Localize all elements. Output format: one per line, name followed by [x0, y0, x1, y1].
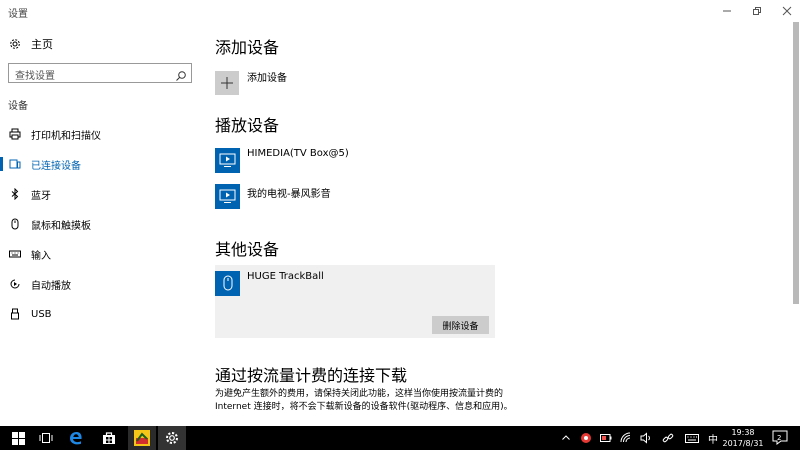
- sidebar-item-label: 自动播放: [31, 280, 71, 292]
- taskbar-clock[interactable]: 19:38 2017/8/31: [719, 427, 767, 449]
- keyboard-icon[interactable]: [684, 432, 700, 444]
- gear-icon: [166, 432, 178, 444]
- display-icon: [215, 148, 240, 173]
- title-bar: 设置: [0, 0, 800, 22]
- sidebar-item-label: USB: [31, 308, 52, 320]
- close-icon: [782, 6, 792, 16]
- sidebar-home-label: 主页: [31, 38, 53, 51]
- add-device-label[interactable]: 添加设备: [247, 69, 287, 84]
- metered-download-heading: 通过按流量计费的连接下载: [215, 366, 408, 385]
- sidebar-item-usb[interactable]: USB: [0, 299, 200, 329]
- add-device-button[interactable]: [215, 71, 239, 95]
- usb-icon: [8, 308, 22, 320]
- bluetooth-icon: [8, 188, 22, 200]
- store-icon: [103, 432, 115, 444]
- taskbar-store[interactable]: [95, 426, 123, 450]
- action-center-button[interactable]: 2: [772, 430, 788, 449]
- mouse-icon: [8, 218, 22, 230]
- connected-devices-icon: [8, 158, 22, 170]
- remove-device-button[interactable]: 删除设备: [432, 316, 489, 334]
- notification-count: 2: [777, 434, 782, 442]
- sidebar: 主页 设备 打印机和扫描仪 已连接设备 蓝牙: [0, 22, 200, 426]
- sidebar-item-printers[interactable]: 打印机和扫描仪: [0, 119, 200, 149]
- restore-icon: [753, 7, 761, 15]
- taskbar-edge[interactable]: [62, 426, 90, 450]
- main-content: 添加设备 添加设备 播放设备 HIMEDIA(TV Box@5) 我的电视-暴风…: [215, 22, 785, 426]
- clock-date: 2017/8/31: [722, 439, 764, 448]
- search-box[interactable]: [8, 63, 192, 86]
- minimize-button[interactable]: [712, 0, 742, 22]
- task-view-button[interactable]: [32, 426, 60, 450]
- close-button[interactable]: [772, 0, 800, 22]
- other-device-name: HUGE TrackBall: [247, 271, 324, 282]
- sidebar-section-heading: 设备: [8, 101, 28, 112]
- edge-browser-icon: [70, 431, 82, 445]
- network-link-icon[interactable]: [662, 432, 674, 444]
- playback-device-name[interactable]: HIMEDIA(TV Box@5): [247, 148, 349, 159]
- sidebar-item-autoplay[interactable]: 自动播放: [0, 269, 200, 299]
- sidebar-item-label: 输入: [31, 250, 51, 262]
- sidebar-item-typing[interactable]: 输入: [0, 239, 200, 269]
- task-view-icon: [39, 433, 53, 443]
- sidebar-item-connected-devices[interactable]: 已连接设备: [0, 149, 200, 179]
- metered-download-description: 为避免产生额外的费用，请保持关闭此功能，这样当你使用按流量计费的 Interne…: [215, 389, 513, 412]
- window-title: 设置: [8, 9, 28, 20]
- gear-icon: [8, 38, 22, 50]
- sidebar-item-mouse[interactable]: 鼠标和触摸板: [0, 209, 200, 239]
- minimize-icon: [723, 10, 731, 12]
- start-button[interactable]: [4, 426, 32, 450]
- sidebar-item-label: 打印机和扫描仪: [31, 130, 101, 142]
- tray-app-icon[interactable]: [580, 432, 592, 444]
- add-device-heading: 添加设备: [215, 38, 280, 57]
- sidebar-item-bluetooth[interactable]: 蓝牙: [0, 179, 200, 209]
- playback-devices-heading: 播放设备: [215, 116, 280, 135]
- chevron-up-icon[interactable]: [560, 432, 572, 444]
- maximize-button[interactable]: [742, 0, 772, 22]
- keyboard-icon: [8, 248, 22, 260]
- sidebar-nav: 打印机和扫描仪 已连接设备 蓝牙 鼠标和触摸板 输入 自动播放 USB: [0, 119, 200, 329]
- display-icon: [215, 184, 240, 209]
- windows-logo-icon: [11, 431, 25, 445]
- sidebar-item-label: 已连接设备: [31, 160, 81, 172]
- search-input[interactable]: [9, 67, 169, 86]
- wifi-icon[interactable]: [620, 432, 632, 444]
- app-icon: [134, 430, 150, 446]
- volume-icon[interactable]: [640, 432, 652, 444]
- scrollbar[interactable]: [793, 22, 799, 304]
- sidebar-home[interactable]: 主页: [8, 36, 53, 52]
- taskbar-settings[interactable]: [158, 426, 186, 450]
- sidebar-item-label: 鼠标和触摸板: [31, 220, 91, 232]
- clock-time: 19:38: [731, 428, 755, 437]
- search-icon[interactable]: [175, 67, 187, 81]
- playback-device-name[interactable]: 我的电视-暴风影音: [247, 185, 331, 200]
- printer-icon: [8, 128, 22, 140]
- input-method-indicator[interactable]: 中: [708, 431, 718, 446]
- battery-icon[interactable]: [600, 432, 612, 444]
- other-devices-heading: 其他设备: [215, 240, 280, 259]
- plus-icon: [221, 77, 233, 89]
- sidebar-item-label: 蓝牙: [31, 190, 51, 202]
- autoplay-icon: [8, 278, 22, 290]
- taskbar-app[interactable]: [128, 426, 156, 450]
- taskbar: 中 19:38 2017/8/31 2: [0, 426, 800, 450]
- mouse-icon: [215, 271, 240, 296]
